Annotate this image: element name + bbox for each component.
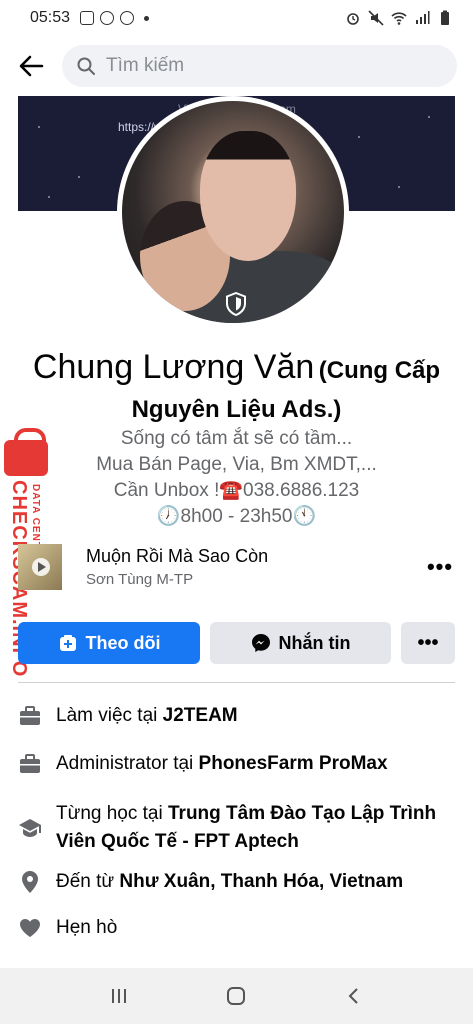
briefcase-icon xyxy=(20,754,40,773)
profile-guard-shield-icon xyxy=(223,291,249,317)
graduation-cap-icon xyxy=(19,819,41,837)
status-notification-icons xyxy=(80,11,150,25)
recent-apps-button[interactable] xyxy=(104,981,134,1011)
notification-app-icon xyxy=(80,11,95,25)
home-button[interactable] xyxy=(221,981,251,1011)
back-button[interactable] xyxy=(16,51,46,81)
song-cover-art[interactable] xyxy=(18,544,62,590)
follow-button-label: Theo dõi xyxy=(85,632,161,653)
profile-alt-name-line2: Nguyên Liệu Ads.) xyxy=(131,396,342,423)
bio-line: Cần Unbox !☎️038.6886.123 xyxy=(113,480,360,501)
play-icon xyxy=(32,558,50,576)
detail-value[interactable]: Như Xuân, Thanh Hóa, Vietnam xyxy=(119,871,403,892)
detail-prefix: Hẹn hò xyxy=(56,917,118,938)
profile-music-row[interactable]: Muộn Rồi Mà Sao Còn Sơn Tùng M-TP ••• xyxy=(18,540,455,594)
signal-icon xyxy=(416,11,430,24)
detail-work-2[interactable]: Administrator tại PhonesFarm ProMax xyxy=(18,742,455,788)
system-navigation-bar xyxy=(0,968,473,1024)
battery-icon xyxy=(441,10,449,25)
back-chevron-icon xyxy=(348,988,358,1004)
lock-icon xyxy=(4,428,48,476)
briefcase-icon xyxy=(20,706,40,725)
search-input[interactable] xyxy=(106,55,406,77)
home-icon xyxy=(227,987,246,1005)
follow-button[interactable]: Theo dõi xyxy=(18,622,200,664)
detail-value[interactable]: J2TEAM xyxy=(163,705,238,726)
search-icon xyxy=(77,57,95,75)
avatar-photo xyxy=(122,101,344,323)
message-button[interactable]: Nhắn tin xyxy=(210,622,391,664)
song-title: Muộn Rồi Mà Sao Còn xyxy=(86,546,269,566)
profile-avatar[interactable] xyxy=(117,96,349,328)
follow-plus-icon xyxy=(59,635,76,651)
mute-icon xyxy=(368,10,384,26)
heart-icon xyxy=(20,919,40,937)
facebook-notification-icon xyxy=(100,11,115,25)
detail-hometown[interactable]: Đến từ Như Xuân, Thanh Hóa, Vietnam xyxy=(18,860,455,906)
profile-details: Làm việc tại J2TEAM Administrator tại Ph… xyxy=(18,694,455,952)
detail-prefix: Từng học tại xyxy=(56,803,168,824)
location-pin-icon xyxy=(22,871,38,893)
detail-prefix: Làm việc tại xyxy=(56,705,163,726)
music-more-button[interactable]: ••• xyxy=(425,552,455,582)
detail-work-1[interactable]: Làm việc tại J2TEAM xyxy=(18,694,455,740)
detail-education[interactable]: Từng học tại Trung Tâm Đào Tạo Lập Trình… xyxy=(18,792,455,856)
profile-alt-name-line1: (Cung Cấp xyxy=(318,357,441,384)
detail-prefix: Đến từ xyxy=(56,871,120,892)
detail-dating[interactable]: Hẹn hò xyxy=(18,906,455,952)
bio-line: Mua Bán Page, Via, Bm XMDT,... xyxy=(96,454,377,475)
profile-name: Chung Lương Văn (Cung Cấp Nguyên Liệu Ad… xyxy=(0,348,473,427)
back-arrow-icon xyxy=(19,55,44,77)
message-button-label: Nhắn tin xyxy=(278,632,351,653)
wifi-icon xyxy=(391,12,407,25)
profile-actions: Theo dõi Nhắn tin ••• xyxy=(18,622,455,664)
profile-name-main: Chung Lương Văn xyxy=(32,348,315,386)
profile-bio: Sống có tâm ắt sẽ có tầm... Mua Bán Page… xyxy=(0,426,473,530)
bio-line: Sống có tâm ắt sẽ có tầm... xyxy=(120,428,353,449)
back-nav-button[interactable] xyxy=(339,981,369,1011)
detail-value[interactable]: PhonesFarm ProMax xyxy=(199,753,388,774)
song-artist: Sơn Tùng M-TP xyxy=(86,571,194,588)
divider xyxy=(18,682,455,683)
search-header xyxy=(0,36,473,96)
messenger-icon xyxy=(251,634,270,652)
more-actions-button[interactable]: ••• xyxy=(401,622,455,664)
more-notifications-icon xyxy=(144,15,150,21)
detail-prefix: Administrator tại xyxy=(56,753,199,774)
bio-line: 🕖8h00 - 23h50🕚 xyxy=(156,506,317,527)
search-box[interactable] xyxy=(62,45,457,87)
alarm-icon xyxy=(347,13,359,25)
status-bar: 05:53 xyxy=(0,0,473,36)
recent-apps-icon xyxy=(111,989,126,1003)
status-time: 05:53 xyxy=(30,9,71,26)
messenger-notification-icon xyxy=(120,11,135,25)
status-system-icons xyxy=(345,10,453,26)
